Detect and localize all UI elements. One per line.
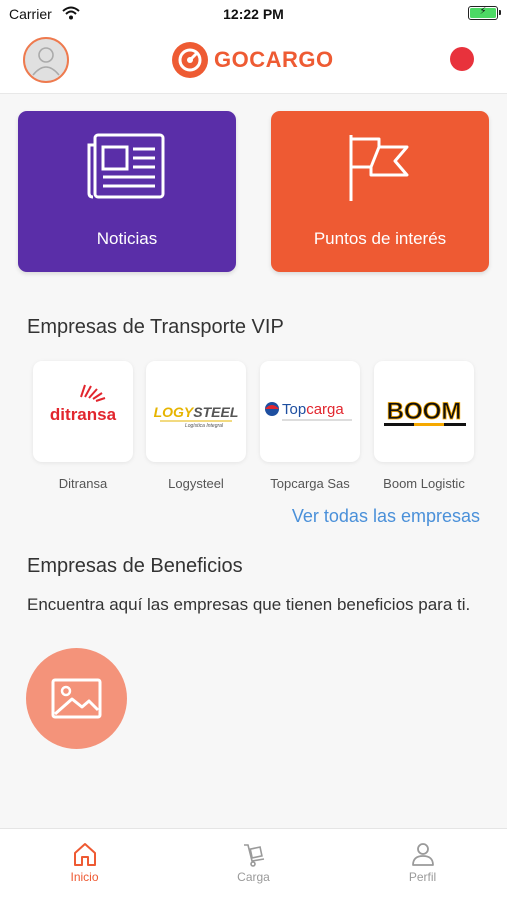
tab-inicio[interactable]: Inicio [0,829,169,900]
company-name: Boom Logistic [383,476,465,491]
logo-mark-icon [172,42,208,78]
app-logo: GOCARGO [172,40,334,80]
ditransa-logo: ditransa [50,384,117,424]
boom-logo: BOOM [384,398,466,426]
battery-icon: ⚡ [468,6,501,20]
svg-text:LOGYSTEEL: LOGYSTEEL [154,404,239,420]
news-tile[interactable]: Noticias [18,111,236,272]
avatar[interactable] [23,37,69,83]
benefit-company-placeholder[interactable] [26,648,127,749]
company-name: Ditransa [58,476,108,491]
tab-perfil[interactable]: Perfil [338,829,507,900]
company-logo-card: LOGYSTEEL Logística Integral [146,361,246,462]
vip-section-title: Empresas de Transporte VIP [27,316,284,338]
company-topcarga[interactable]: Topcarga Topcarga Sas [260,361,360,491]
benefits-section-title: Empresas de Beneficios [27,555,243,577]
logo-text: GOCARGO [214,47,334,72]
company-name: Logysteel [168,476,224,491]
company-ditransa[interactable]: ditransa Ditransa [33,361,133,491]
tab-label: Inicio [70,870,99,884]
logysteel-logo: LOGYSTEEL Logística Integral [154,404,239,429]
points-of-interest-label: Puntos de interés [313,229,447,248]
svg-text:Topcarga: Topcarga [282,401,344,418]
tab-label: Carga [237,870,270,884]
tab-label: Perfil [408,870,437,884]
company-logo-card: ditransa [33,361,133,462]
tab-bar: Inicio Carga Perfil [0,828,507,900]
image-placeholder-icon [51,678,102,719]
svg-text:BOOM: BOOM [387,398,462,425]
cargo-icon [243,844,264,867]
vip-companies-list: ditransa Ditransa LOGYSTEEL Logística In… [33,361,493,501]
company-logo-card: BOOM [374,361,474,462]
user-icon [32,47,60,76]
points-of-interest-tile[interactable]: Puntos de interés [271,111,489,272]
status-bar: Carrier 12:22 PM ⚡ [0,0,507,28]
notification-dot[interactable] [450,47,474,71]
company-boom[interactable]: BOOM Boom Logistic [374,361,474,491]
tab-carga[interactable]: Carga [169,829,338,900]
company-logysteel[interactable]: LOGYSTEEL Logística Integral Logysteel [146,361,246,491]
flag-icon [349,135,409,201]
newspaper-icon [87,133,165,199]
benefits-description: Encuentra aquí las empresas que tienen b… [27,595,471,614]
app-header: GOCARGO [0,28,507,94]
company-name: Topcarga Sas [270,476,350,491]
status-time: 12:22 PM [223,6,284,22]
home-icon [73,843,96,866]
company-logo-card: Topcarga [260,361,360,462]
topcarga-logo: Topcarga [265,401,352,421]
view-all-companies-link[interactable]: Ver todas las empresas [292,506,480,527]
news-tile-label: Noticias [96,229,158,248]
svg-text:Logística Integral: Logística Integral [185,423,224,429]
profile-icon [411,843,434,866]
svg-text:ditransa: ditransa [50,405,117,424]
